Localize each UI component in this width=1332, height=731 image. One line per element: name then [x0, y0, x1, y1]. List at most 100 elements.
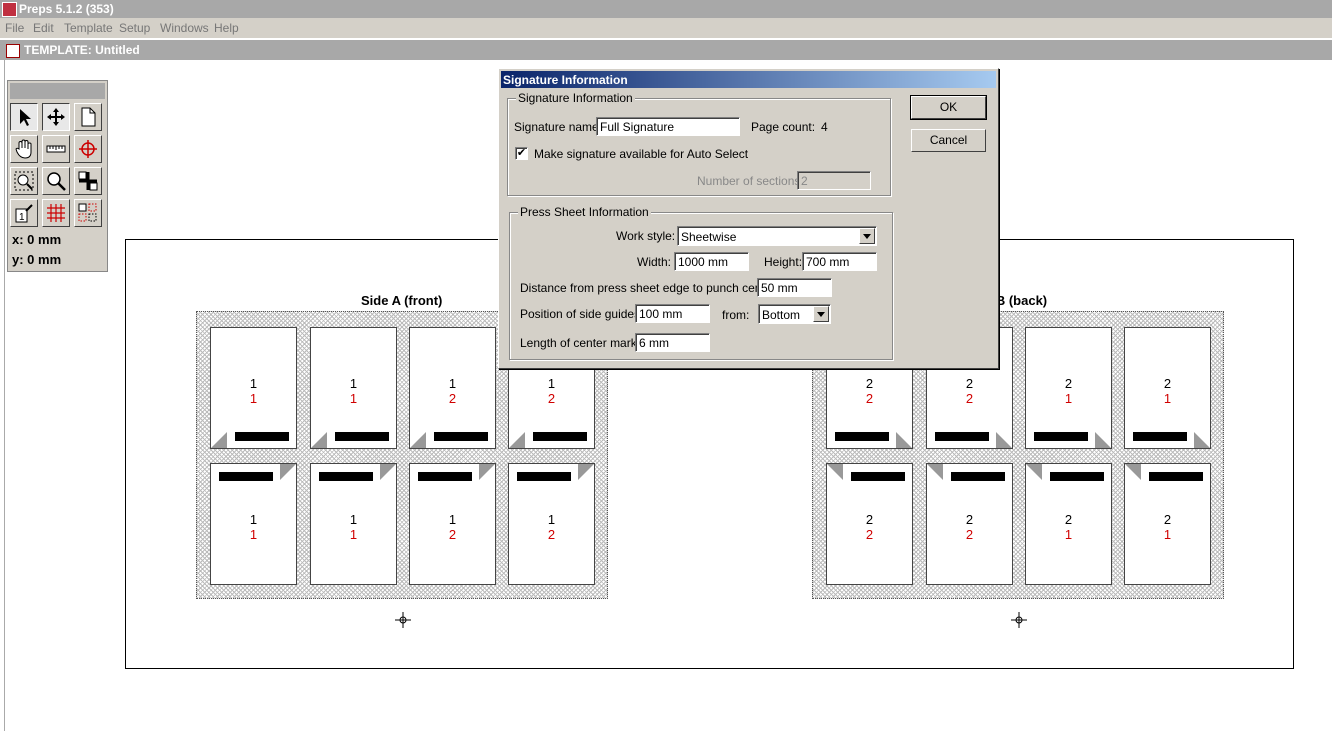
imposed-page[interactable]: 21	[1025, 463, 1112, 585]
chevron-down-icon[interactable]	[813, 306, 829, 322]
page-head-bar	[335, 432, 389, 441]
menu-windows[interactable]: Windows	[160, 21, 209, 35]
imposed-page[interactable]: 21	[1124, 327, 1211, 449]
page-folio-number: 1	[1064, 527, 1073, 542]
page-head-bar	[1050, 472, 1104, 481]
page-signature-number: 2	[1163, 376, 1172, 391]
group-label: Press Sheet Information	[518, 205, 651, 219]
step-repeat-tool[interactable]	[74, 199, 102, 227]
menu-template[interactable]: Template	[64, 21, 113, 35]
imposed-page[interactable]: 11	[210, 327, 297, 449]
imposed-page[interactable]: 12	[508, 463, 595, 585]
page-head-bar	[951, 472, 1005, 481]
work-style-select[interactable]: Sheetwise	[677, 226, 877, 246]
signature-name-input[interactable]	[596, 117, 740, 136]
imposed-page[interactable]: 21	[1124, 463, 1211, 585]
imposed-page[interactable]: 22	[826, 463, 913, 585]
menu-edit[interactable]: Edit	[33, 21, 54, 35]
dog-ear-corner	[410, 432, 426, 448]
work-style-label: Work style:	[616, 229, 676, 243]
auto-select-checkbox[interactable]: ✔	[515, 147, 528, 160]
center-mark-icon	[1011, 612, 1027, 628]
page-folio-number: 1	[1064, 391, 1073, 406]
document-title-bar: TEMPLATE: Untitled	[0, 40, 1332, 60]
page-signature-number: 1	[249, 512, 258, 527]
page-head-bar	[1149, 472, 1203, 481]
zoom-tool[interactable]	[42, 167, 70, 195]
grid-icon	[47, 204, 65, 222]
imposed-page[interactable]: 11	[310, 463, 397, 585]
page-tool[interactable]	[74, 103, 102, 131]
punch-distance-input[interactable]	[757, 278, 832, 297]
palette-title-bar[interactable]	[10, 83, 105, 99]
group-label: Signature Information	[516, 91, 635, 105]
registration-mark-tool[interactable]	[74, 135, 102, 163]
hand-icon	[15, 139, 32, 159]
dog-ear-corner	[996, 432, 1012, 448]
dog-ear-corner	[509, 432, 525, 448]
dog-ear-corner	[380, 464, 396, 480]
dialog-title-bar[interactable]: Signature Information	[501, 71, 996, 88]
page-head-bar	[434, 432, 488, 441]
from-select[interactable]: Bottom	[758, 304, 831, 324]
dog-ear-corner	[311, 432, 327, 448]
dog-ear-corner	[1194, 432, 1210, 448]
page-head-bar	[935, 432, 989, 441]
imposed-page[interactable]: 21	[1025, 327, 1112, 449]
page-icon	[81, 107, 96, 127]
step-repeat-icon	[78, 203, 97, 222]
menu-help[interactable]: Help	[214, 21, 239, 35]
width-label: Width:	[637, 255, 672, 269]
move-tool[interactable]	[42, 103, 70, 131]
height-input[interactable]	[802, 252, 877, 271]
imposed-page[interactable]: 22	[926, 463, 1013, 585]
menu-file[interactable]: File	[5, 21, 24, 35]
ok-button[interactable]: OK	[910, 95, 987, 120]
side-guides-input[interactable]	[635, 304, 710, 323]
magnifier-icon	[47, 172, 66, 191]
imposed-page[interactable]: 11	[310, 327, 397, 449]
imposed-page[interactable]: 12	[409, 463, 496, 585]
page-number-tool[interactable]: 1	[10, 199, 38, 227]
zoom-area-tool[interactable]	[10, 167, 38, 195]
layout-tool[interactable]	[74, 167, 102, 195]
cancel-button[interactable]: Cancel	[911, 129, 986, 152]
measure-tool[interactable]	[42, 135, 70, 163]
chevron-down-icon[interactable]	[859, 228, 875, 244]
layout-cross-icon	[78, 171, 98, 191]
center-marks-input[interactable]	[635, 333, 710, 352]
center-mark-icon	[395, 612, 411, 628]
hand-tool[interactable]	[10, 135, 38, 163]
sections-input	[797, 171, 871, 190]
page-folio-number: 2	[965, 391, 974, 406]
imposed-page[interactable]: 11	[210, 463, 297, 585]
signature-information-dialog: Signature Information OK Cancel Signatur…	[498, 68, 999, 369]
sections-label: Number of sections:	[697, 174, 804, 188]
svg-text:1: 1	[19, 212, 25, 223]
menu-setup[interactable]: Setup	[119, 21, 150, 35]
auto-select-label: Make signature available for Auto Select	[534, 147, 749, 161]
side-a-label: Side A (front)	[361, 293, 443, 308]
grid-tool[interactable]	[42, 199, 70, 227]
page-count-value: 4	[821, 120, 828, 134]
width-input[interactable]	[674, 252, 749, 271]
select-arrow-tool[interactable]	[10, 103, 38, 131]
page-signature-number: 2	[865, 376, 874, 391]
page-head-bar	[1034, 432, 1088, 441]
page-signature-number: 1	[349, 376, 358, 391]
dog-ear-corner	[1095, 432, 1111, 448]
page-head-bar	[851, 472, 905, 481]
dog-ear-corner	[211, 432, 227, 448]
page-head-bar	[235, 432, 289, 441]
page-head-bar	[533, 432, 587, 441]
document-icon	[6, 44, 20, 58]
y-coordinate-readout: y: 0 mm	[12, 252, 62, 267]
page-head-bar	[517, 472, 571, 481]
page-folio-number: 1	[249, 391, 258, 406]
side-guides-label: Position of side guides:	[520, 307, 644, 321]
page-signature-number: 1	[547, 512, 556, 527]
page-folio-number: 1	[349, 391, 358, 406]
page-head-bar	[219, 472, 273, 481]
imposed-page[interactable]: 12	[409, 327, 496, 449]
page-folio-number: 1	[1163, 527, 1172, 542]
